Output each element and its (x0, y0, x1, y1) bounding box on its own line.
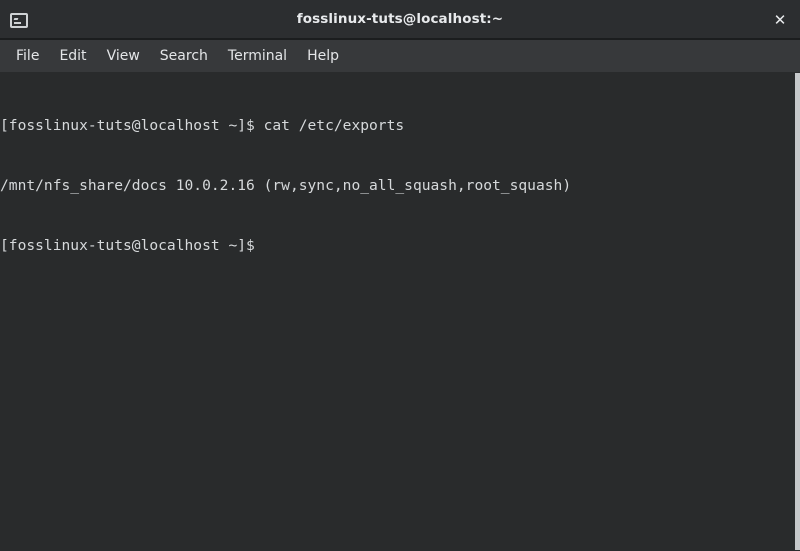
scrollbar-thumb[interactable] (795, 73, 800, 550)
menu-item-help[interactable]: Help (297, 44, 349, 68)
terminal-line: [fosslinux-tuts@localhost ~]$ cat /etc/e… (0, 117, 405, 134)
close-icon[interactable]: ✕ (768, 8, 792, 32)
menu-item-edit[interactable]: Edit (49, 44, 96, 68)
terminal-window: fosslinux-tuts@localhost:~ ✕ File Edit V… (0, 0, 800, 551)
menu-item-file[interactable]: File (6, 44, 49, 68)
scrollbar-track[interactable] (795, 72, 800, 551)
terminal-screen[interactable]: [fosslinux-tuts@localhost ~]$ cat /etc/e… (0, 72, 800, 551)
menu-item-view[interactable]: View (97, 44, 150, 68)
terminal-icon (8, 9, 30, 31)
menu-item-terminal[interactable]: Terminal (218, 44, 297, 68)
terminal-line: [fosslinux-tuts@localhost ~]$ (0, 237, 255, 254)
menu-item-search[interactable]: Search (150, 44, 218, 68)
menu-bar: File Edit View Search Terminal Help (0, 40, 800, 72)
window-title: fosslinux-tuts@localhost:~ (296, 11, 504, 27)
title-bar: fosslinux-tuts@localhost:~ ✕ (0, 0, 800, 40)
terminal-body[interactable]: [fosslinux-tuts@localhost ~]$ cat /etc/e… (0, 72, 800, 551)
terminal-line: /mnt/nfs_share/docs 10.0.2.16 (rw,sync,n… (0, 177, 572, 194)
